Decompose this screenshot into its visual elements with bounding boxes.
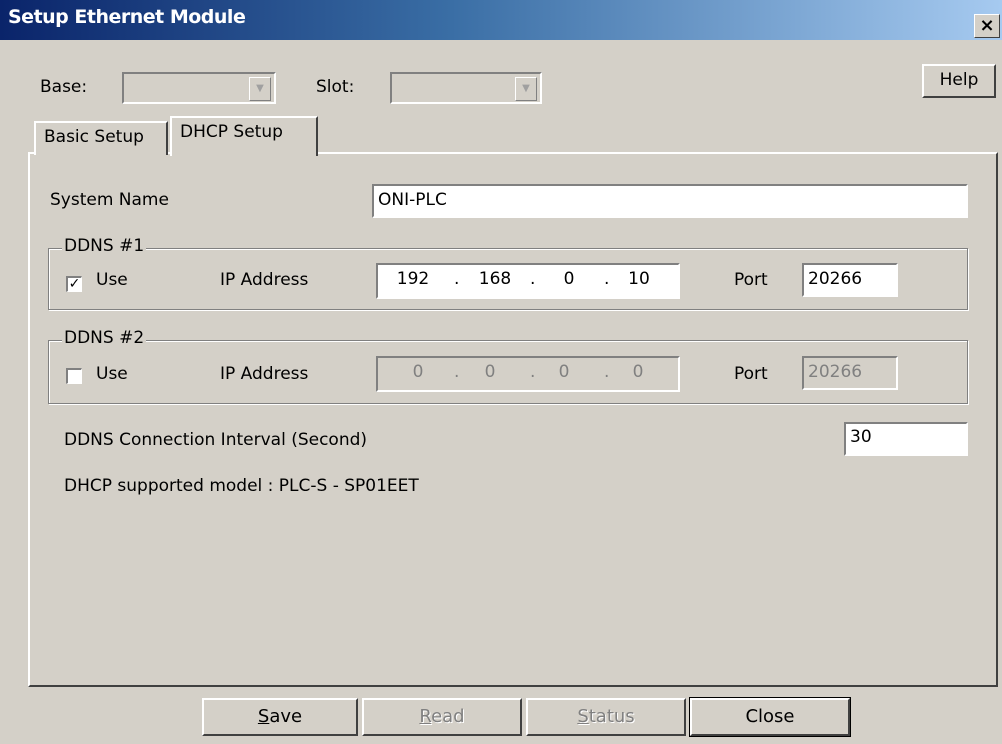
base-label: Base: [40, 77, 88, 97]
ddns1-use-checkbox[interactable]: ✓ [66, 276, 82, 292]
status-label: tatus [588, 706, 635, 727]
close-icon[interactable]: × [974, 14, 1000, 38]
slot-combo[interactable]: ▼ [390, 72, 542, 104]
ddns1-port-field[interactable]: 20266 [802, 263, 898, 297]
ddns1-group-title: DDNS #1 [62, 236, 147, 256]
close-button[interactable]: Close [689, 697, 851, 737]
ip-octet: 168 [478, 269, 512, 289]
check-icon: ✓ [68, 276, 81, 292]
ip-dot: . [604, 269, 610, 289]
ip-octet: 0 [484, 362, 496, 382]
ip-octet: 0 [632, 362, 644, 382]
title-bar: Setup Ethernet Module × [0, 0, 1002, 40]
ip-octet: 0 [412, 362, 424, 382]
ip-dot: . [454, 362, 460, 382]
read-mnemonic: R [419, 706, 432, 727]
chevron-down-icon[interactable]: ▼ [515, 77, 537, 101]
ip-octet: 10 [628, 269, 650, 289]
tab-basic-setup[interactable]: Basic Setup [34, 121, 168, 155]
ddns2-use-checkbox[interactable] [66, 368, 82, 384]
ip-dot: . [530, 362, 536, 382]
system-name-label: System Name [50, 190, 169, 210]
ddns2-group-title: DDNS #2 [62, 328, 147, 348]
ip-dot: . [530, 269, 536, 289]
chevron-down-icon[interactable]: ▼ [249, 77, 271, 101]
base-combo[interactable]: ▼ [122, 72, 276, 104]
model-info-text: DHCP supported model : PLC-S - SP01EET [64, 476, 419, 496]
ddns1-port-label: Port [734, 270, 768, 290]
ddns2-ip-label: IP Address [220, 364, 309, 384]
ddns2-use-label: Use [96, 364, 128, 384]
ddns2-port-label: Port [734, 364, 768, 384]
ddns1-ip-label: IP Address [220, 270, 309, 290]
ddns1-ip-field[interactable]: 192 . 168 . 0 . 10 [376, 263, 680, 299]
window-title: Setup Ethernet Module [8, 6, 246, 28]
interval-label: DDNS Connection Interval (Second) [64, 430, 368, 450]
ddns2-port-field[interactable]: 20266 [802, 356, 898, 390]
system-name-field[interactable]: ONI-PLC [372, 184, 968, 218]
interval-field[interactable]: 30 [844, 422, 968, 456]
status-mnemonic: S [577, 706, 589, 727]
read-button[interactable]: Read [362, 698, 522, 736]
tab-dhcp-setup[interactable]: DHCP Setup [170, 116, 318, 156]
tab-panel [28, 152, 998, 687]
save-button[interactable]: Save [202, 698, 358, 736]
save-label: ave [269, 706, 303, 727]
status-button[interactable]: Status [526, 698, 686, 736]
ddns2-ip-field[interactable]: 0 . 0 . 0 . 0 [376, 356, 680, 392]
ip-octet: 0 [558, 362, 570, 382]
save-mnemonic: S [257, 706, 270, 727]
slot-label: Slot: [316, 77, 355, 97]
ip-octet: 0 [563, 269, 575, 289]
read-label: ead [431, 706, 465, 727]
help-button[interactable]: Help [922, 64, 996, 98]
ddns1-use-label: Use [96, 270, 128, 290]
ip-dot: . [604, 362, 610, 382]
ip-dot: . [454, 269, 460, 289]
ip-octet: 192 [396, 269, 430, 289]
